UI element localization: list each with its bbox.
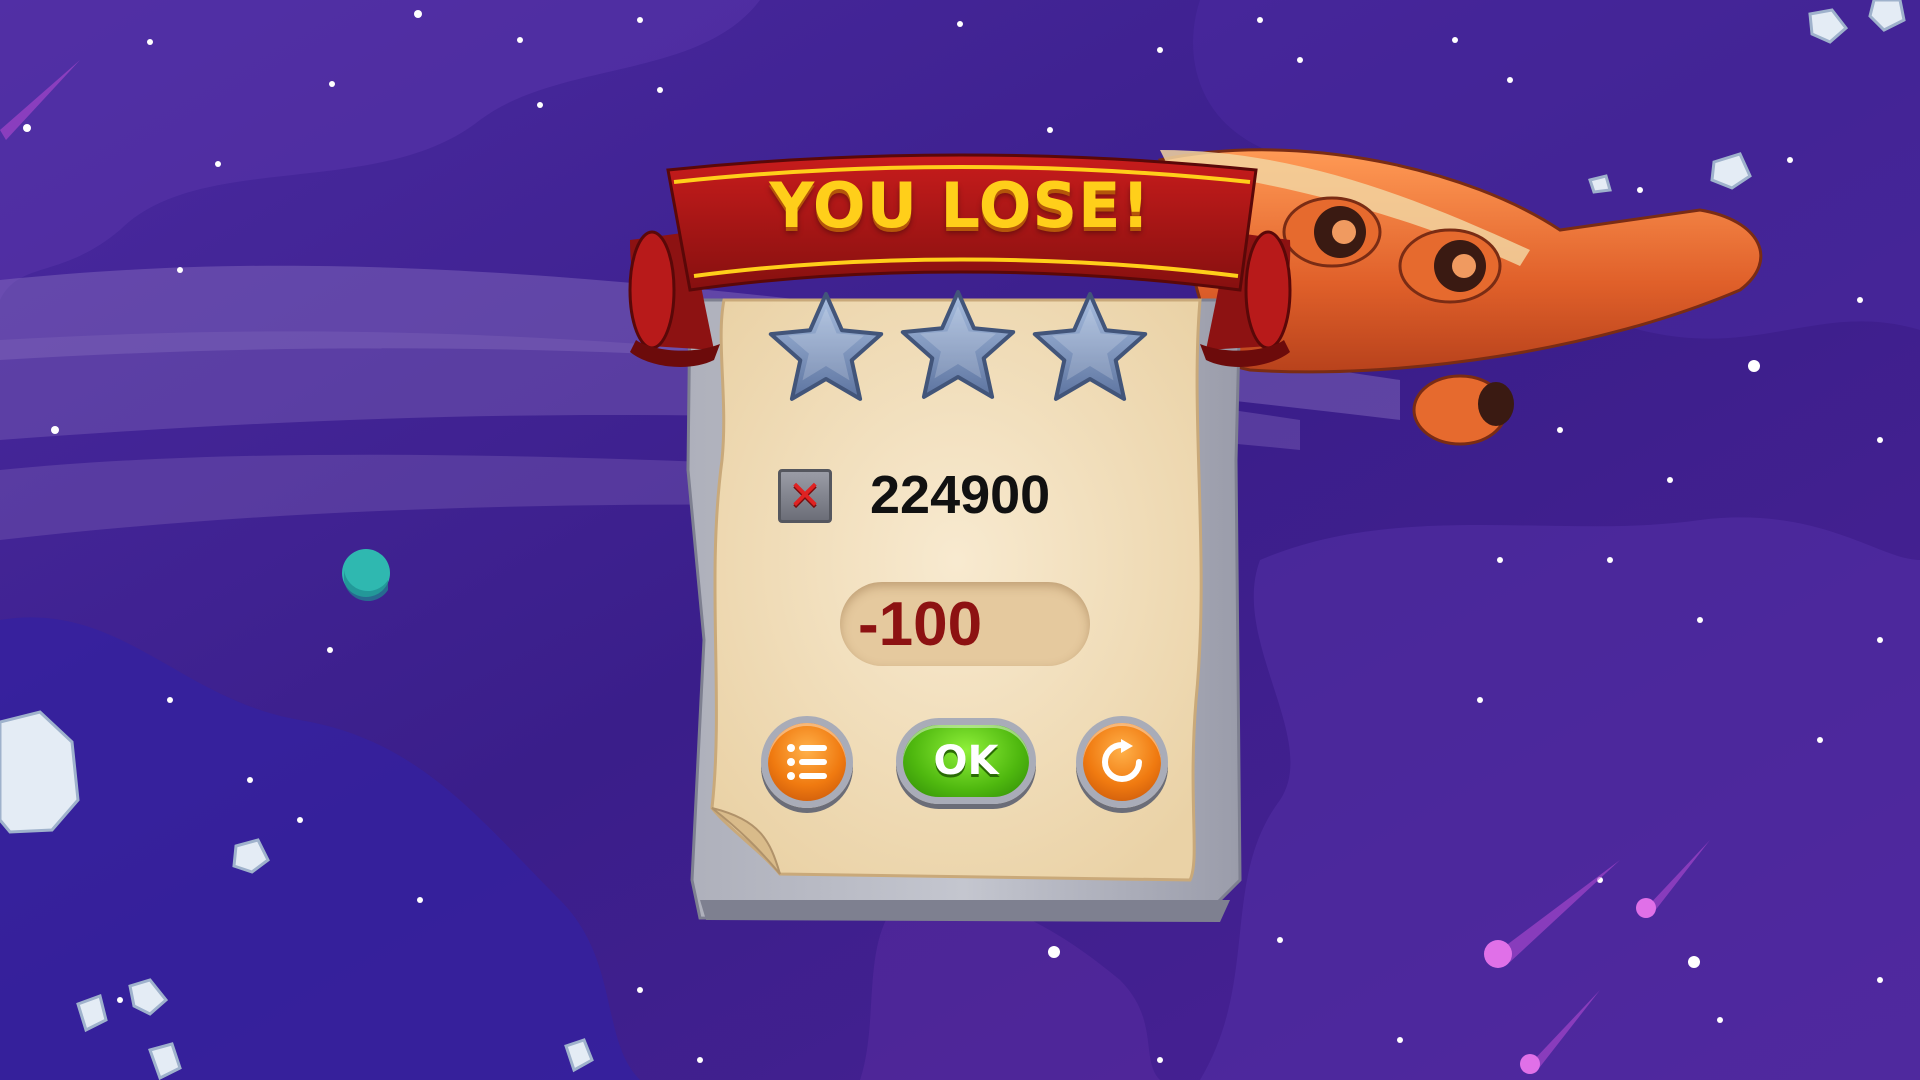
restart-button[interactable] (1076, 716, 1168, 808)
ok-button[interactable]: OK (896, 718, 1036, 804)
ok-button-label: OK (933, 738, 999, 784)
coin-penalty-value: -100 (858, 589, 983, 659)
list-menu-icon (787, 744, 827, 780)
red-x-icon: ✕ (778, 469, 832, 523)
menu-button[interactable] (761, 716, 853, 808)
restart-icon (1102, 739, 1142, 782)
result-title: YOU LOSE! (769, 168, 1151, 242)
result-panel: YOU LOSE! ✕ 224900 -100 OK (0, 0, 1920, 1080)
score-value: 224900 (870, 465, 1051, 525)
